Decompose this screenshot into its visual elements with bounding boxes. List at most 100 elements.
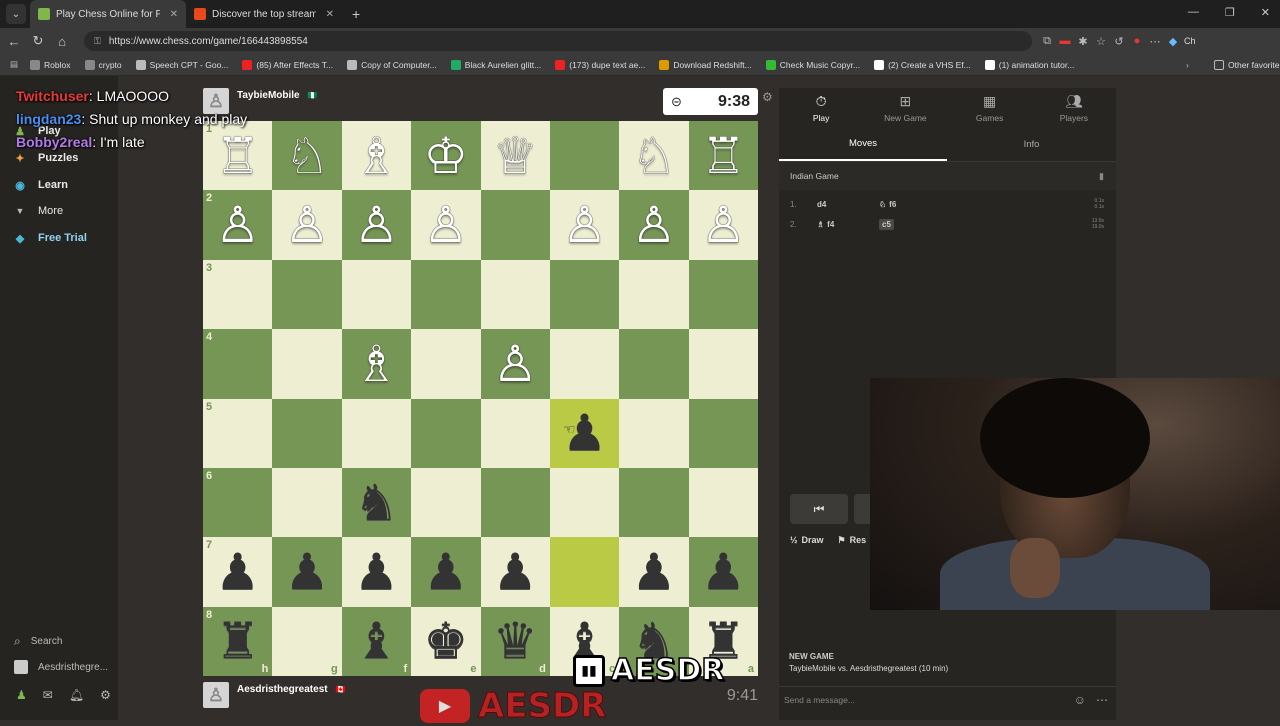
browser-tab-chess[interactable]: Play Chess Online for FREE - 2 Pla ✕ — [30, 0, 186, 28]
board-square[interactable]: ♗ — [341, 121, 412, 191]
board-square[interactable] — [272, 467, 342, 538]
black-pawn-piece[interactable]: ♟ — [215, 547, 260, 597]
board-square[interactable]: ♗ — [341, 329, 412, 399]
board-square[interactable]: ♟ — [480, 537, 550, 607]
white-pawn-piece[interactable]: ♙ — [354, 200, 399, 250]
tab-moves[interactable]: Moves — [779, 128, 947, 161]
board-square[interactable]: 4 — [203, 329, 273, 399]
board-square[interactable]: ♟ — [688, 537, 758, 607]
avatar[interactable]: ♙ — [203, 682, 229, 708]
first-move-button[interactable]: ⏮︎ — [790, 494, 848, 524]
board-square[interactable]: ♞ — [341, 467, 412, 538]
board-square[interactable]: ♟ — [549, 398, 620, 468]
board-square[interactable]: ♔ — [411, 121, 481, 191]
white-knight-piece[interactable]: ♘ — [632, 131, 677, 181]
refresh-icon[interactable]: ↻ — [26, 33, 50, 49]
board-square[interactable] — [619, 329, 689, 399]
board-square[interactable] — [480, 398, 550, 468]
reading-list-icon[interactable]: ▤ — [10, 59, 18, 70]
board-square[interactable]: 8 h ♜ — [203, 606, 273, 676]
copilot-icon[interactable]: ◆ — [1164, 35, 1182, 48]
board-square[interactable] — [411, 259, 481, 330]
board-square[interactable]: 5 — [203, 398, 273, 468]
resign-button[interactable]: ⚑ Res — [838, 535, 867, 546]
adblock-icon[interactable]: ● — [1128, 35, 1146, 47]
board-square[interactable] — [480, 190, 550, 260]
bookmark-item[interactable]: (1) animation tutor... — [984, 59, 1074, 70]
tab-info[interactable]: Info — [947, 128, 1116, 161]
board-square[interactable]: ♟ — [341, 537, 412, 607]
friends-icon[interactable]: ♟ — [16, 688, 27, 702]
black-pawn-piece[interactable]: ♟ — [285, 547, 330, 597]
puzzle-icon[interactable]: ✱ — [1074, 35, 1092, 48]
board-square[interactable] — [411, 398, 481, 468]
black-queen-piece[interactable]: ♛ — [493, 616, 538, 666]
bookmark-item[interactable]: Black Aurelien glitt... — [450, 59, 541, 70]
black-bishop-piece[interactable]: ♝ — [354, 616, 399, 666]
minimize-icon[interactable]: — — [1188, 6, 1199, 19]
board-square[interactable]: ♙ — [688, 190, 758, 260]
gear-icon[interactable]: ⚙ — [100, 688, 111, 702]
chess-board[interactable]: 1 ♖ ♘ ♗ ♔ ♕ ♘ ♖ 2 ♙ ♙ ♙ ♙ ♙ ♙ ♙ 3 4 ♗ ♙ 5 ♟ 6 ♞ 7 ♟ ♟ ♟ ♟ ♟ ♟ ♟ 8 h ♜ g f ♝ e ♚… — [203, 121, 758, 676]
board-square[interactable]: ♙ — [619, 190, 689, 260]
bookmark-item[interactable]: (2) Create a VHS Ef... — [874, 59, 971, 70]
close-tab-icon[interactable]: ✕ — [326, 9, 334, 20]
bell-icon[interactable]: 🔔︎ — [69, 688, 84, 702]
bookmark-item[interactable]: crypto — [84, 59, 122, 70]
board-square[interactable]: ♟ — [619, 537, 689, 607]
bottom-player-name[interactable]: Aesdristhegreatest — [237, 684, 328, 695]
tab-players[interactable]: 👥︎ Players — [1032, 88, 1116, 128]
mail-icon[interactable]: ✉ — [43, 688, 53, 702]
black-king-piece[interactable]: ♚ — [423, 616, 468, 666]
chat-input[interactable]: Send a message... ☺ ⋯ — [779, 686, 1116, 712]
more-dots-icon[interactable]: ⋯ — [1096, 693, 1108, 707]
board-square[interactable]: ♕ — [480, 121, 550, 191]
black-pawn-piece[interactable]: ♟ — [632, 547, 677, 597]
board-square[interactable] — [549, 329, 620, 399]
board-square[interactable]: ♟ — [411, 537, 481, 607]
board-square[interactable]: ♙ — [411, 190, 481, 260]
book-icon[interactable]: ▮ — [1099, 171, 1104, 182]
white-pawn-piece[interactable]: ♙ — [701, 200, 746, 250]
board-square[interactable] — [272, 398, 342, 468]
black-pawn-piece[interactable]: ♟ — [354, 547, 399, 597]
black-pawn-piece[interactable]: ♟ — [701, 547, 746, 597]
board-square[interactable]: ♙ — [549, 190, 620, 260]
board-square[interactable] — [688, 329, 758, 399]
site-info-icon[interactable]: ⚿ — [94, 36, 101, 47]
tab-list-chevron-icon[interactable]: ⌄ — [6, 4, 26, 24]
board-square[interactable] — [619, 398, 689, 468]
board-square[interactable]: 3 — [203, 259, 273, 330]
board-square[interactable] — [549, 537, 620, 607]
white-queen-piece[interactable]: ♕ — [493, 131, 538, 181]
emoji-icon[interactable]: ☺ — [1074, 693, 1086, 707]
board-square[interactable]: e ♚ — [411, 606, 481, 676]
home-icon[interactable]: ⌂ — [50, 34, 74, 49]
board-square[interactable] — [688, 398, 758, 468]
white-rook-piece[interactable]: ♖ — [701, 131, 746, 181]
board-square[interactable]: f ♝ — [341, 606, 412, 676]
board-settings-gear-icon[interactable]: ⚙ — [762, 90, 773, 104]
tab-play[interactable]: ⏱︎ Play — [779, 88, 863, 128]
board-square[interactable]: ♟ — [272, 537, 342, 607]
board-square[interactable] — [341, 398, 412, 468]
new-tab-icon[interactable]: + — [352, 6, 360, 22]
board-square[interactable]: 6 — [203, 467, 273, 538]
white-move[interactable]: d4 — [817, 200, 879, 209]
opening-name[interactable]: Indian Game — [790, 171, 839, 181]
maximize-icon[interactable]: ❐ — [1225, 6, 1235, 19]
bookmark-other-favorites[interactable]: Other favorite — [1214, 59, 1280, 70]
url-field[interactable]: ⚿ https://www.chess.com/game/16644389855… — [84, 31, 1032, 51]
sidebar-profile[interactable]: Aesdristhegre... — [14, 660, 108, 674]
white-pawn-piece[interactable]: ♙ — [215, 200, 260, 250]
menu-dots-icon[interactable]: ⋯ — [1146, 35, 1164, 48]
sidebar-item-learn[interactable]: ◉ Learn — [14, 179, 68, 192]
white-pawn-piece[interactable]: ♙ — [423, 200, 468, 250]
board-square[interactable]: ♙ — [341, 190, 412, 260]
board-square[interactable] — [341, 259, 412, 330]
board-square[interactable]: 7 ♟ — [203, 537, 273, 607]
extensions-icon[interactable]: ⧉ — [1038, 35, 1056, 48]
sidebar-item-more[interactable]: ▼ More — [14, 205, 64, 217]
board-square[interactable] — [411, 467, 481, 538]
white-knight-piece[interactable]: ♘ — [285, 131, 330, 181]
